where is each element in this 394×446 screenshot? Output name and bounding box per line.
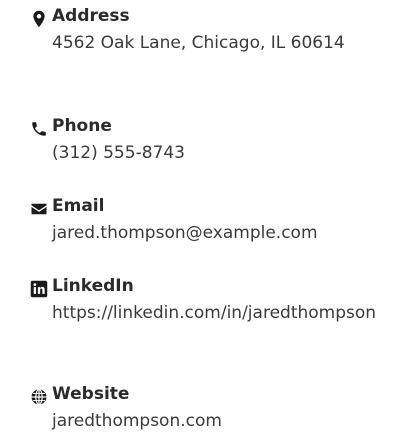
website-label: Website [52,384,130,404]
website-link[interactable]: jaredthompson.com [52,408,382,434]
email-link[interactable]: jared.thompson@example.com [52,220,382,246]
contact-item-website: Website jaredthompson.com [0,378,394,446]
contact-item-linkedin: LinkedIn https://linkedin.com/in/jaredth… [0,270,394,370]
phone-icon [30,120,48,138]
address-label: Address [52,6,130,26]
email-label: Email [52,196,105,216]
linkedin-link[interactable]: https://linkedin.com/in/jaredthompson [52,300,378,326]
phone-link[interactable]: (312) 555-8743 [52,140,382,166]
phone-label: Phone [52,116,112,136]
contact-item-phone: Phone (312) 555-8743 [0,110,394,180]
linkedin-label: LinkedIn [52,276,134,296]
linkedin-icon [30,280,48,298]
globe-icon [30,388,48,406]
map-pin-icon [30,10,48,28]
envelope-icon [30,200,48,218]
contact-item-address: Address 4562 Oak Lane, Chicago, IL 60614 [0,0,394,100]
address-value: 4562 Oak Lane, Chicago, IL 60614 [52,33,345,53]
contact-item-email: Email jared.thompson@example.com [0,190,394,260]
